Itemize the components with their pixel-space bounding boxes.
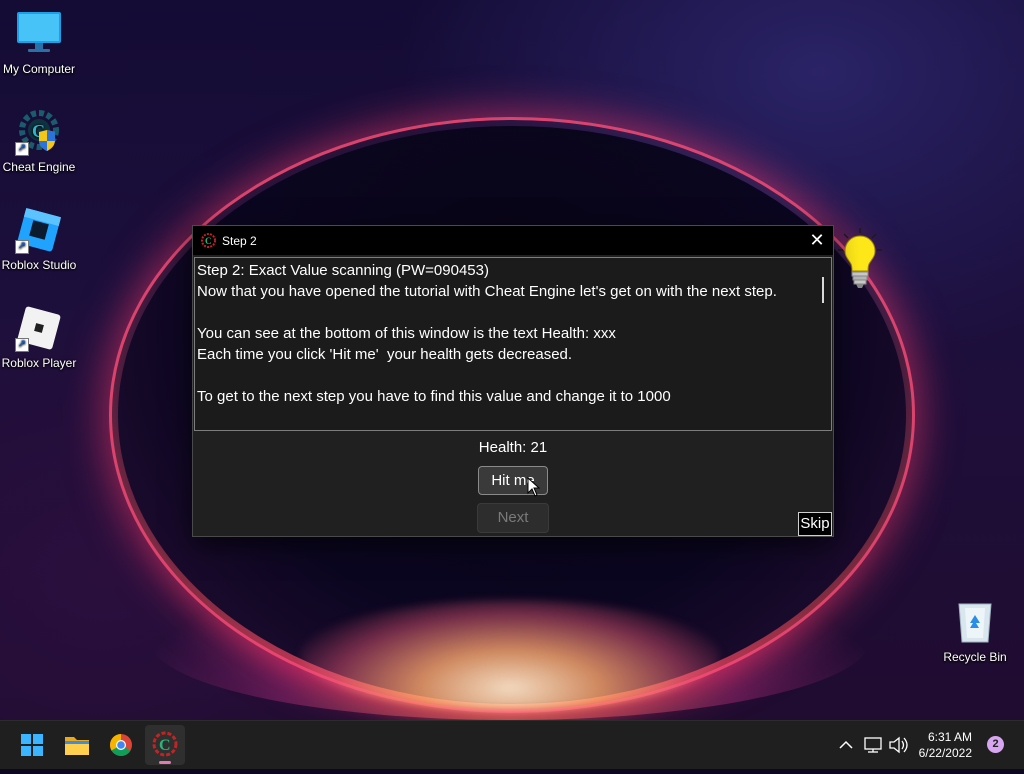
mouse-cursor-icon <box>527 476 541 497</box>
dialog-title: Step 2 <box>222 234 257 248</box>
recycle-bin-icon <box>951 598 999 646</box>
network-icon <box>864 737 882 753</box>
desktop-icon-roblox-player[interactable]: ↗ Roblox Player <box>0 304 79 370</box>
close-button[interactable]: ✕ <box>801 226 833 255</box>
tutorial-text: Step 2: Exact Value scanning (PW=090453)… <box>197 260 807 407</box>
cheat-engine-icon: C <box>201 233 216 248</box>
text-caret <box>822 277 824 303</box>
clock-date: 6/22/2022 <box>918 746 972 760</box>
cheat-engine-taskbar-button[interactable]: C <box>145 725 185 765</box>
desktop-icon-label: Cheat Engine <box>2 160 76 174</box>
tutorial-line: Each time you click 'Hit me' your health… <box>197 346 573 363</box>
skip-button[interactable]: Skip <box>798 512 832 536</box>
desktop-icon-label: My Computer <box>2 62 76 76</box>
svg-text:C: C <box>205 236 212 246</box>
tutorial-line: You can see at the bottom of this window… <box>197 325 616 342</box>
tutorial-text-area[interactable]: Step 2: Exact Value scanning (PW=090453)… <box>194 257 832 431</box>
taskbar-clock[interactable]: 6:31 AM 6/22/2022 <box>912 729 972 761</box>
desktop-icon-label: Recycle Bin <box>943 650 1007 664</box>
dialog-titlebar[interactable]: C Step 2 ✕ <box>193 226 833 255</box>
windows-start-icon <box>21 734 43 756</box>
file-explorer-icon <box>65 737 89 755</box>
chevron-up-icon <box>839 740 853 749</box>
shortcut-arrow-icon: ↗ <box>15 142 29 156</box>
tutorial-line: To get to the next step you have to find… <box>197 388 671 405</box>
svg-text:C: C <box>159 737 171 754</box>
health-label: Health: 21 <box>478 439 548 456</box>
tutorial-dialog: C Step 2 ✕ Step 2: Exact Value scanning … <box>192 225 834 537</box>
taskbar: C 6:31 AM 6/22/2022 2 <box>0 720 1024 769</box>
tutorial-line <box>197 302 807 323</box>
file-explorer-button[interactable] <box>57 725 97 765</box>
desktop-icon-recycle-bin[interactable]: Recycle Bin <box>935 598 1015 664</box>
tutorial-line: Step 2: Exact Value scanning (PW=090453) <box>197 262 489 279</box>
volume-button[interactable] <box>887 721 909 769</box>
network-button[interactable] <box>862 721 884 769</box>
start-button[interactable] <box>12 725 52 765</box>
roblox-player-icon: ↗ <box>15 304 63 352</box>
chrome-icon <box>110 734 132 756</box>
computer-icon <box>15 10 63 58</box>
show-hidden-icons-button[interactable] <box>836 721 856 769</box>
chrome-button[interactable] <box>101 725 141 765</box>
tutorial-line: Now that you have opened the tutorial wi… <box>197 283 777 300</box>
roblox-studio-icon: ↗ <box>15 206 63 254</box>
close-icon: ✕ <box>809 230 825 250</box>
tutorial-line <box>197 365 807 386</box>
desktop-icon-my-computer[interactable]: My Computer <box>0 10 79 76</box>
desktop-icon-cheat-engine[interactable]: C ↗ Cheat Engine <box>0 108 79 174</box>
cheat-engine-icon: C ↗ <box>15 108 63 156</box>
cheat-engine-icon: C <box>152 731 178 757</box>
notification-badge[interactable]: 2 <box>987 736 1004 753</box>
desktop-icon-label: Roblox Studio <box>1 258 77 272</box>
wallpaper-light <box>300 600 720 710</box>
desktop-icon-roblox-studio[interactable]: ↗ Roblox Studio <box>0 206 79 272</box>
clock-time: 6:31 AM <box>927 730 972 744</box>
next-button: Next <box>477 503 549 533</box>
shortcut-arrow-icon: ↗ <box>15 338 29 352</box>
lightbulb-icon[interactable] <box>838 228 882 290</box>
shortcut-arrow-icon: ↗ <box>15 240 29 254</box>
volume-icon <box>889 736 908 754</box>
active-indicator <box>159 761 171 764</box>
desktop-icon-label: Roblox Player <box>1 356 77 370</box>
